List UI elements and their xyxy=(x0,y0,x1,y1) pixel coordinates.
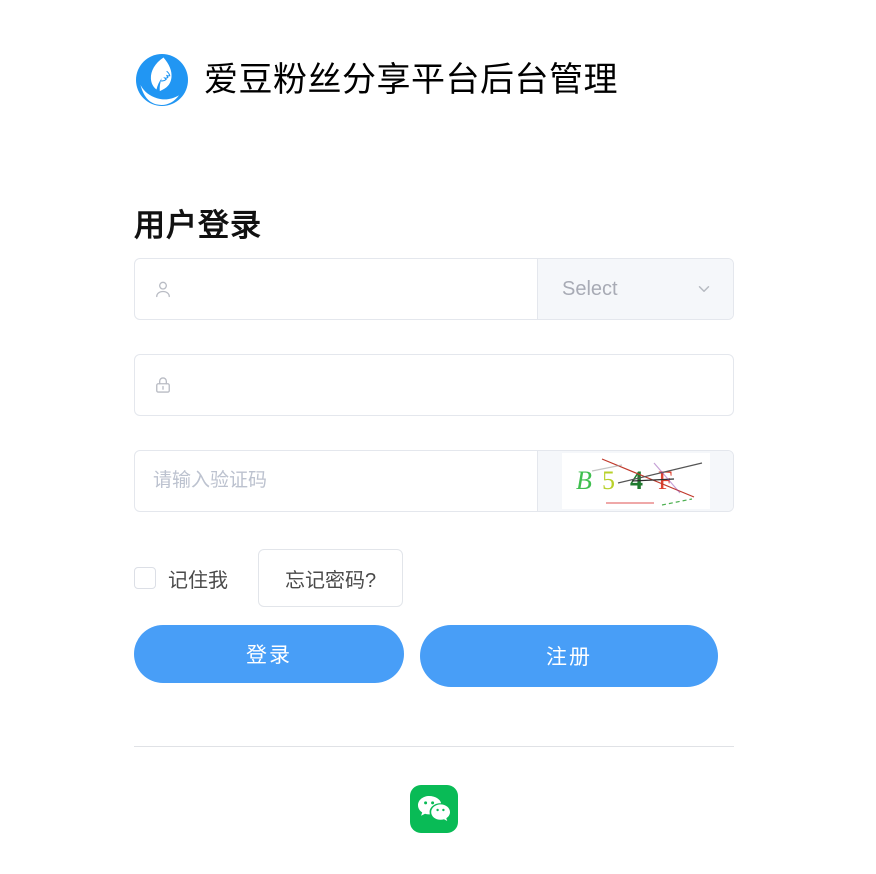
login-page: 爱豆粉丝分享平台后台管理 用户登录 Select 请输入验证码 B 5 4 F … xyxy=(0,0,876,874)
username-field-wrap xyxy=(135,259,537,319)
login-form: Select 请输入验证码 B 5 4 F xyxy=(134,258,734,546)
app-title: 爱豆粉丝分享平台后台管理 xyxy=(204,61,618,99)
remember-me-label: 记住我 xyxy=(168,569,228,592)
social-login-row xyxy=(134,785,734,833)
brand-header: 爱豆粉丝分享平台后台管理 xyxy=(134,52,618,108)
username-row: Select xyxy=(134,258,734,320)
lock-icon xyxy=(156,377,170,393)
role-select[interactable]: Select xyxy=(537,259,733,319)
register-button[interactable]: 注册 xyxy=(420,625,718,687)
login-button[interactable]: 登录 xyxy=(134,625,404,683)
idol-face-logo-icon xyxy=(136,54,188,106)
captcha-row: B 5 4 F xyxy=(134,450,734,512)
options-row: 记住我 忘记密码? xyxy=(134,549,404,607)
captcha-input[interactable] xyxy=(153,451,523,511)
password-input[interactable] xyxy=(181,355,719,415)
divider xyxy=(134,746,734,747)
captcha-field-wrap xyxy=(135,451,537,511)
password-row xyxy=(134,354,734,416)
forgot-password-button[interactable]: 忘记密码? xyxy=(258,549,404,607)
user-icon xyxy=(156,281,170,298)
remember-me-control[interactable]: 记住我 xyxy=(134,564,228,593)
wechat-icon[interactable] xyxy=(410,785,458,833)
page-title: 用户登录 xyxy=(134,207,262,243)
username-input[interactable] xyxy=(181,259,523,319)
remember-me-checkbox[interactable] xyxy=(134,567,156,589)
captcha-char-1: B xyxy=(576,466,592,495)
password-field-wrap xyxy=(135,355,733,415)
captcha-image: B 5 4 F xyxy=(561,453,710,509)
captcha-char-2: 5 xyxy=(602,466,615,495)
role-select-label: Select xyxy=(562,277,618,300)
captcha-image-button[interactable]: B 5 4 F xyxy=(537,451,733,511)
chevron-down-icon xyxy=(698,286,710,292)
